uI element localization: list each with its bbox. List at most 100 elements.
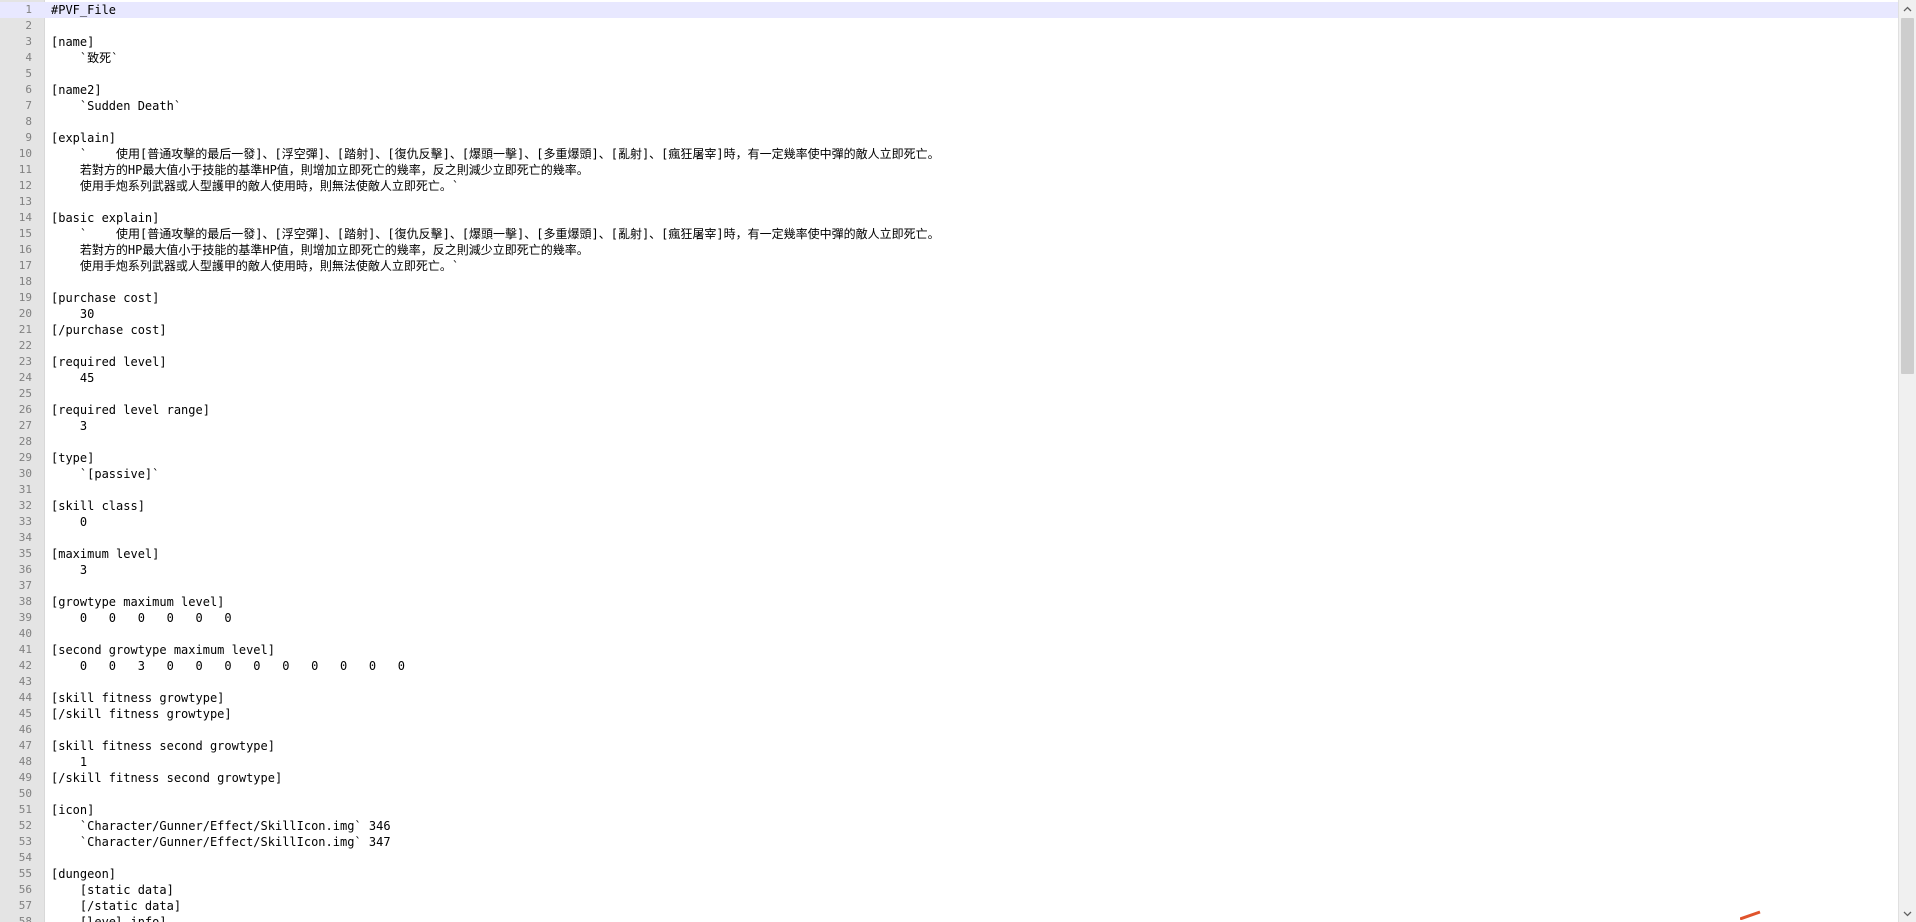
line-text[interactable]: ` 使用[普通攻擊的最后一發]、[浮空彈]、[踏射]、[復仇反擊]、[爆頭一擊]… <box>51 146 940 162</box>
code-line[interactable]: 18 <box>0 274 1898 290</box>
line-text[interactable]: [second growtype maximum level] <box>51 642 275 658</box>
code-line[interactable]: 56 [static data] <box>0 882 1898 898</box>
line-text[interactable]: ` 使用[普通攻擊的最后一發]、[浮空彈]、[踏射]、[復仇反擊]、[爆頭一擊]… <box>51 226 940 242</box>
code-line[interactable]: 34 <box>0 530 1898 546</box>
line-text[interactable]: [growtype maximum level] <box>51 594 224 610</box>
code-line[interactable]: 50 <box>0 786 1898 802</box>
code-line[interactable]: 30 `[passive]` <box>0 466 1898 482</box>
line-text[interactable]: [type] <box>51 450 94 466</box>
code-line[interactable]: 55 [dungeon] <box>0 866 1898 882</box>
line-text[interactable]: `Character/Gunner/Effect/SkillIcon.img` … <box>51 818 391 834</box>
vertical-scrollbar[interactable] <box>1898 0 1916 922</box>
code-line[interactable]: 19 [purchase cost] <box>0 290 1898 306</box>
code-lines[interactable]: 1 #PVF_File 2 3 [name] 4 `致死` 5 6 [name2] 7 `Sudd… <box>0 2 1898 922</box>
line-text[interactable]: [static data] <box>51 882 174 898</box>
line-text[interactable]: 使用手炮系列武器或人型護甲的敵人使用時，則無法使敵人立即死亡。` <box>51 178 459 194</box>
line-text[interactable]: `[passive]` <box>51 466 159 482</box>
code-line[interactable]: 53 `Character/Gunner/Effect/SkillIcon.im… <box>0 834 1898 850</box>
code-line[interactable]: 24 45 <box>0 370 1898 386</box>
line-text[interactable]: [name2] <box>51 82 102 98</box>
line-text[interactable]: 使用手炮系列武器或人型護甲的敵人使用時，則無法使敵人立即死亡。` <box>51 258 459 274</box>
code-line[interactable]: 8 <box>0 114 1898 130</box>
code-line[interactable]: 41 [second growtype maximum level] <box>0 642 1898 658</box>
code-line[interactable]: 20 30 <box>0 306 1898 322</box>
code-line[interactable]: 26 [required level range] <box>0 402 1898 418</box>
text-editor[interactable]: 1 #PVF_File 2 3 [name] 4 `致死` 5 6 [name2] 7 `Sudd… <box>0 0 1916 922</box>
code-line[interactable]: 3 [name] <box>0 34 1898 50</box>
line-text[interactable]: [maximum level] <box>51 546 159 562</box>
code-line[interactable]: 36 3 <box>0 562 1898 578</box>
line-text[interactable]: [name] <box>51 34 94 50</box>
line-text[interactable]: 若對方的HP最大值小于技能的基準HP值，則增加立即死亡的幾率，反之則減少立即死亡… <box>51 162 589 178</box>
code-line[interactable]: 28 <box>0 434 1898 450</box>
code-line[interactable]: 44 [skill fitness growtype] <box>0 690 1898 706</box>
code-line[interactable]: 48 1 <box>0 754 1898 770</box>
code-line[interactable]: 49 [/skill fitness second growtype] <box>0 770 1898 786</box>
scroll-down-button[interactable] <box>1899 905 1916 922</box>
code-line[interactable]: 47 [skill fitness second growtype] <box>0 738 1898 754</box>
line-text[interactable]: 45 <box>51 370 94 386</box>
code-line[interactable]: 17 使用手炮系列武器或人型護甲的敵人使用時，則無法使敵人立即死亡。` <box>0 258 1898 274</box>
code-line[interactable]: 5 <box>0 66 1898 82</box>
code-line[interactable]: 31 <box>0 482 1898 498</box>
line-text[interactable]: [skill fitness growtype] <box>51 690 224 706</box>
code-line[interactable]: 25 <box>0 386 1898 402</box>
line-text[interactable]: `Character/Gunner/Effect/SkillIcon.img` … <box>51 834 391 850</box>
line-text[interactable]: 3 <box>51 418 87 434</box>
code-line[interactable]: 14 [basic explain] <box>0 210 1898 226</box>
code-line[interactable]: 57 [/static data] <box>0 898 1898 914</box>
code-line[interactable]: 2 <box>0 18 1898 34</box>
line-text[interactable]: [icon] <box>51 802 94 818</box>
code-line[interactable]: 33 0 <box>0 514 1898 530</box>
code-line[interactable]: 23 [required level] <box>0 354 1898 370</box>
line-text[interactable]: 0 0 3 0 0 0 0 0 0 0 0 0 <box>51 658 405 674</box>
line-text[interactable]: 1 <box>51 754 87 770</box>
code-line[interactable]: 51 [icon] <box>0 802 1898 818</box>
code-line[interactable]: 43 <box>0 674 1898 690</box>
line-text[interactable]: `致死` <box>51 50 118 66</box>
code-line[interactable]: 7 `Sudden Death` <box>0 98 1898 114</box>
code-line[interactable]: 29 [type] <box>0 450 1898 466</box>
line-text[interactable]: [dungeon] <box>51 866 116 882</box>
line-text[interactable]: [/purchase cost] <box>51 322 167 338</box>
code-line[interactable]: 32 [skill class] <box>0 498 1898 514</box>
line-text[interactable]: [required level range] <box>51 402 210 418</box>
code-line[interactable]: 16 若對方的HP最大值小于技能的基準HP值，則增加立即死亡的幾率，反之則減少立… <box>0 242 1898 258</box>
code-line[interactable]: 27 3 <box>0 418 1898 434</box>
code-line[interactable]: 9 [explain] <box>0 130 1898 146</box>
line-text[interactable]: 若對方的HP最大值小于技能的基準HP值，則增加立即死亡的幾率，反之則減少立即死亡… <box>51 242 589 258</box>
code-line[interactable]: 42 0 0 3 0 0 0 0 0 0 0 0 0 <box>0 658 1898 674</box>
line-text[interactable]: [explain] <box>51 130 116 146</box>
code-line[interactable]: 10 ` 使用[普通攻擊的最后一發]、[浮空彈]、[踏射]、[復仇反擊]、[爆頭… <box>0 146 1898 162</box>
code-line[interactable]: 54 <box>0 850 1898 866</box>
line-text[interactable]: 3 <box>51 562 87 578</box>
line-text[interactable]: [purchase cost] <box>51 290 159 306</box>
line-text[interactable]: [/static data] <box>51 898 181 914</box>
line-text[interactable]: `Sudden Death` <box>51 98 181 114</box>
scroll-up-button[interactable] <box>1899 0 1916 17</box>
code-line[interactable]: 22 <box>0 338 1898 354</box>
code-line[interactable]: 35 [maximum level] <box>0 546 1898 562</box>
line-text[interactable]: 0 0 0 0 0 0 <box>51 610 232 626</box>
code-line[interactable]: 37 <box>0 578 1898 594</box>
line-text[interactable]: 30 <box>51 306 94 322</box>
code-line[interactable]: 52 `Character/Gunner/Effect/SkillIcon.im… <box>0 818 1898 834</box>
code-line[interactable]: 45 [/skill fitness growtype] <box>0 706 1898 722</box>
line-text[interactable]: [/skill fitness second growtype] <box>51 770 282 786</box>
scrollbar-thumb[interactable] <box>1901 18 1914 374</box>
line-text[interactable]: 0 <box>51 514 87 530</box>
code-line[interactable]: 1 #PVF_File <box>0 2 1898 18</box>
code-line[interactable]: 21 [/purchase cost] <box>0 322 1898 338</box>
code-line[interactable]: 40 <box>0 626 1898 642</box>
line-text[interactable]: [basic explain] <box>51 210 159 226</box>
code-line[interactable]: 6 [name2] <box>0 82 1898 98</box>
code-line[interactable]: 13 <box>0 194 1898 210</box>
line-text[interactable]: [/skill fitness growtype] <box>51 706 232 722</box>
code-line[interactable]: 39 0 0 0 0 0 0 <box>0 610 1898 626</box>
line-text[interactable]: [level info] <box>51 914 167 922</box>
code-line[interactable]: 15 ` 使用[普通攻擊的最后一發]、[浮空彈]、[踏射]、[復仇反擊]、[爆頭… <box>0 226 1898 242</box>
code-line[interactable]: 46 <box>0 722 1898 738</box>
line-text[interactable]: [skill fitness second growtype] <box>51 738 275 754</box>
code-line[interactable]: 4 `致死` <box>0 50 1898 66</box>
line-text[interactable]: [required level] <box>51 354 167 370</box>
